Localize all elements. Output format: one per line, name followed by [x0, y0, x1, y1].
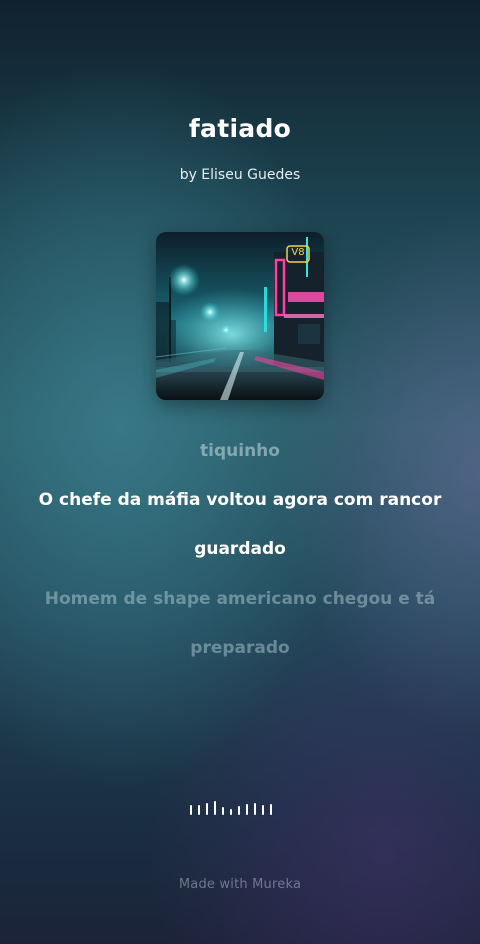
song-artist: by Eliseu Guedes [179, 167, 301, 183]
made-with-credit[interactable]: Made with Mureka [0, 877, 480, 892]
song-title: fatiado [188, 114, 292, 143]
lyric-line-next: Homem de shape americano chegou e tá [44, 589, 436, 609]
lyric-line-previous: tiquinho [200, 441, 280, 461]
audio-waveform-icon [190, 801, 290, 815]
cover-sign-text: V8 [291, 247, 305, 258]
lyric-line-next-cont: preparado [190, 638, 290, 658]
lyric-line-current: O chefe da máfia voltou agora com rancor [38, 490, 442, 510]
album-cover[interactable]: V8 [156, 232, 324, 400]
lyric-line-current-cont: guardado [194, 539, 286, 559]
